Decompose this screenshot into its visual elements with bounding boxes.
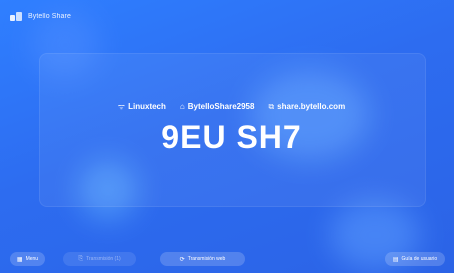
user-guide-label: Guía de usuario (401, 256, 438, 262)
web-cast-label: Transmisión web (187, 256, 226, 262)
wifi-icon: ᯤ (117, 102, 126, 111)
app-header: Bytello Share (10, 12, 71, 21)
user-guide-button[interactable]: ▤ Guía de usuario (385, 252, 445, 266)
wifi-info: ᯤ Linuxtech (118, 101, 166, 112)
cast-icon: ⎘ (78, 255, 84, 262)
share-code: 9EU SH7 (161, 119, 302, 155)
web-icon: ⟳ (179, 256, 185, 263)
menu-button[interactable]: ▦ Menu (10, 252, 45, 266)
url-info: ⧉ share.bytello.com (268, 102, 345, 112)
cast-label: Transmisión (1) (86, 256, 121, 262)
link-icon: ⧉ (268, 101, 275, 111)
wifi-name: Linuxtech (128, 102, 166, 111)
device-name: BytelloShare2958 (187, 102, 255, 111)
cast-button[interactable]: ⎘ Transmisión (1) (63, 252, 136, 266)
device-info: ⌂ BytelloShare2958 (180, 102, 255, 111)
menu-grid-icon: ▦ (16, 256, 23, 263)
web-cast-button[interactable]: ⟳ Transmisión web (160, 252, 245, 266)
guide-icon: ▤ (392, 256, 399, 263)
connection-info: ᯤ Linuxtech ⌂ BytelloShare2958 ⧉ share.b… (39, 101, 424, 112)
bytello-logo-icon (10, 12, 22, 21)
menu-label: Menu (25, 256, 39, 262)
device-icon: ⌂ (179, 102, 185, 111)
app-title: Bytello Share (28, 13, 71, 20)
share-url: share.bytello.com (277, 102, 346, 111)
bottom-toolbar: ▦ Menu ⎘ Transmisión (1) ⟳ Transmisión w… (0, 252, 454, 266)
